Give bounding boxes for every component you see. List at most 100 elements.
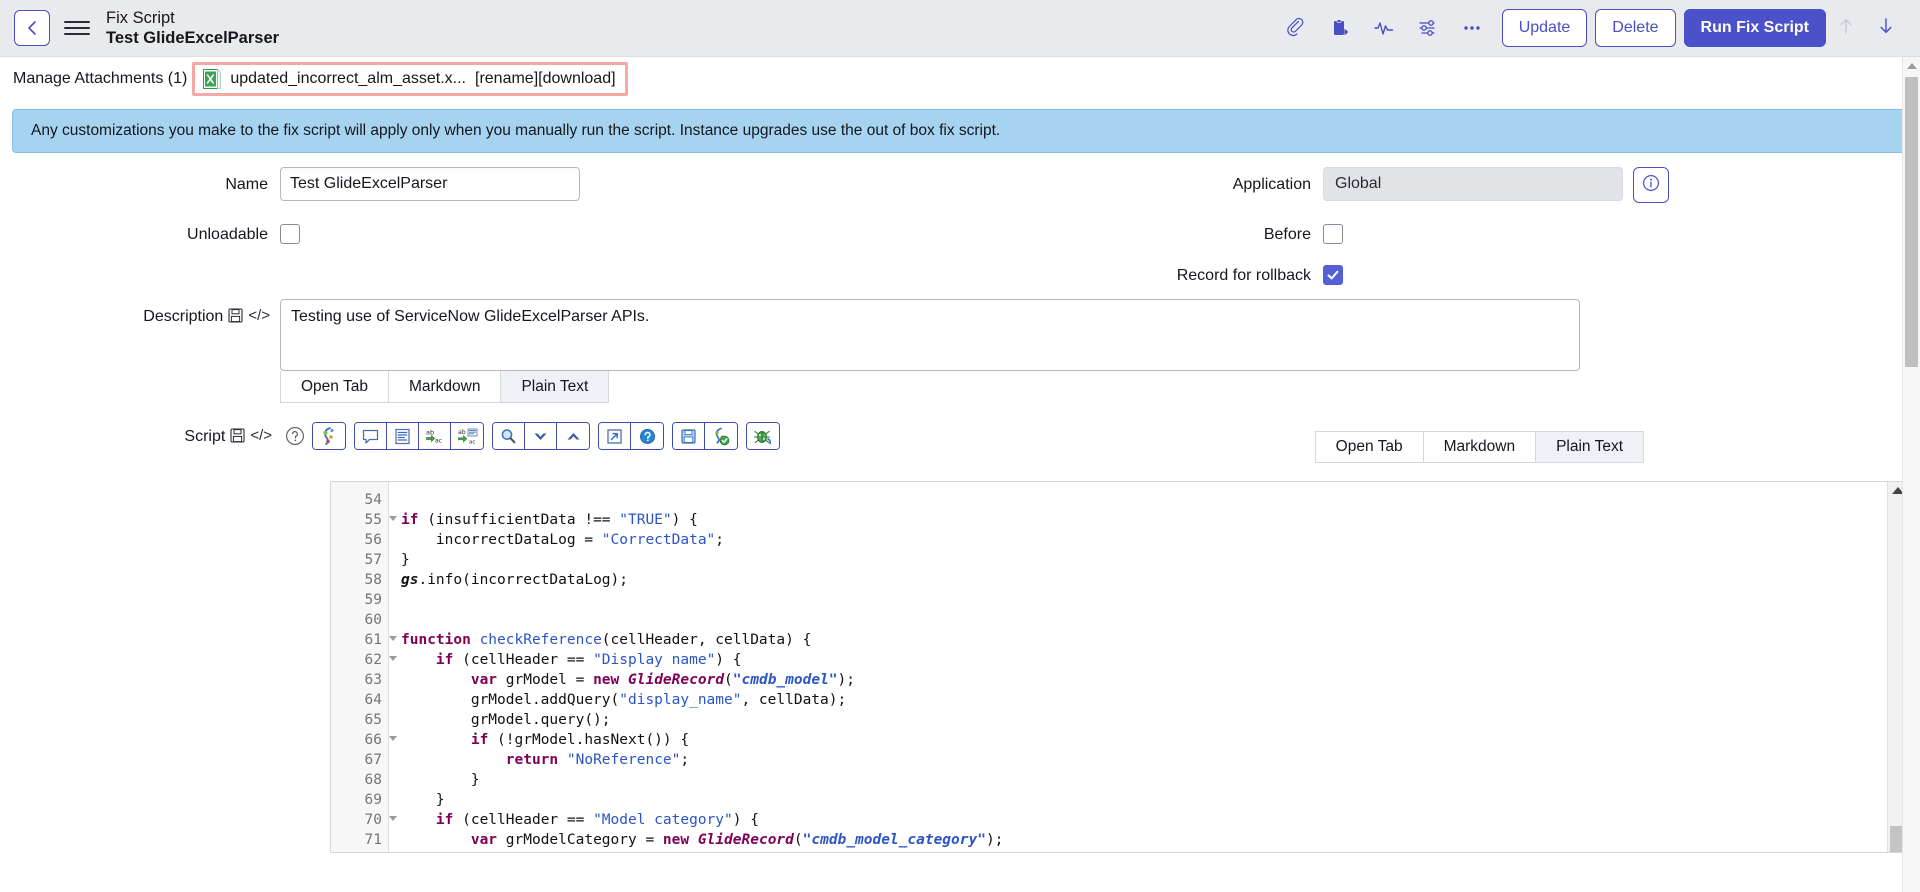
chevron-up-icon[interactable]: [557, 423, 589, 449]
comment-icon[interactable]: [355, 423, 387, 449]
script-code-editor[interactable]: 54 55 56 57 58 59 60 6162 63 64 65 66 67 68 69 70 71 72 i…: [330, 481, 1908, 853]
unloadable-checkbox[interactable]: [280, 224, 300, 244]
script-syntax-editor-icon[interactable]: [313, 423, 345, 449]
replace-all-icon[interactable]: ab ac: [451, 423, 483, 449]
page-title: Fix Script Test GlideExcelParser: [106, 8, 279, 48]
editor-line-number: 71: [364, 832, 382, 848]
editor-code-line: if (cellHeader == "Model category") {: [435, 812, 759, 828]
fix-script-form: Name Application Global Unloadable Befor…: [0, 167, 1920, 463]
scroll-up-arrow-icon[interactable]: [1907, 63, 1917, 69]
name-input[interactable]: [280, 167, 580, 201]
save-floppy-icon[interactable]: [673, 423, 705, 449]
help-blue-icon[interactable]: [631, 423, 663, 449]
page-vertical-scrollbar[interactable]: [1902, 57, 1920, 892]
script-tabstrip-wrap: Open Tab Markdown Plain Text: [1314, 431, 1644, 463]
hamburger-menu-icon[interactable]: [64, 15, 90, 41]
attachment-filename[interactable]: updated_incorrect_alm_asset.x...: [230, 70, 466, 88]
next-record-button[interactable]: [1866, 8, 1906, 48]
delete-button[interactable]: Delete: [1595, 9, 1676, 47]
description-textarea[interactable]: [280, 299, 1580, 371]
application-label: Application: [1232, 176, 1311, 193]
syntax-check-icon[interactable]: [705, 423, 737, 449]
editor-code-line: var grModelCategory = new GlideRecord("c…: [470, 832, 1004, 848]
script-toolbar-group-6: [746, 422, 780, 450]
form-col-unloadable: Unloadable: [12, 217, 960, 244]
previous-record-button[interactable]: [1826, 8, 1866, 48]
run-fix-script-button[interactable]: Run Fix Script: [1683, 9, 1826, 47]
update-button[interactable]: Update: [1501, 9, 1588, 47]
form-row-record-rollback: Record for rollback: [12, 258, 1908, 285]
editor-code-line: [401, 610, 1887, 630]
editor-code-line: if (insufficientData !== "TRUE") {: [401, 512, 698, 528]
script-toolbar-row: Script </> ab ac ab ac Open Tab Markdown…: [12, 419, 1908, 463]
editor-line-number: 69: [364, 792, 382, 808]
info-circle-icon: [1642, 174, 1660, 197]
editor-code-line: gs.info(incorrectDataLog);: [401, 572, 628, 588]
editor-line-number-gutter: 54 55 56 57 58 59 60 6162 63 64 65 66 67 68 69 70 71 72: [331, 482, 397, 852]
before-checkbox[interactable]: [1323, 224, 1343, 244]
editor-code-line: }: [401, 772, 480, 788]
editor-line-number: 58: [364, 572, 382, 588]
header-icon-group: [1274, 8, 1494, 48]
script-tab-markdown[interactable]: Markdown: [1423, 432, 1537, 462]
replace-text-icon[interactable]: ab ac: [419, 423, 451, 449]
open-external-icon[interactable]: [599, 423, 631, 449]
editor-line-number: 56: [364, 532, 382, 548]
help-question-icon[interactable]: [284, 425, 306, 447]
back-button[interactable]: [14, 10, 50, 46]
page-scroll-thumb[interactable]: [1905, 77, 1918, 367]
attachment-item[interactable]: updated_incorrect_alm_asset.x... [rename…: [192, 62, 628, 96]
script-tabstrip: Open Tab Markdown Plain Text: [1314, 431, 1644, 463]
editor-line-number: 62: [331, 650, 397, 670]
form-col-application: Application Global: [960, 167, 1908, 203]
application-info-button[interactable]: [1633, 167, 1669, 203]
save-disk-icon[interactable]: [228, 308, 243, 328]
editor-line-number: 72: [331, 850, 388, 852]
script-tab-open-tab[interactable]: Open Tab: [1315, 432, 1424, 462]
editor-line-number: 65: [364, 712, 382, 728]
code-fold-triangle-icon[interactable]: [389, 816, 397, 821]
editor-code-line: incorrectDataLog = "CorrectData";: [401, 532, 725, 548]
editor-line-number: 60: [364, 612, 382, 628]
code-fold-triangle-icon[interactable]: [389, 636, 397, 641]
editor-code-content[interactable]: if (insufficientData !== "TRUE") { incor…: [389, 482, 1887, 852]
editor-code-line: [401, 590, 1887, 610]
chevron-down-icon[interactable]: [525, 423, 557, 449]
record-for-rollback-checkbox[interactable]: [1323, 265, 1343, 285]
activity-pulse-icon[interactable]: [1362, 8, 1406, 48]
code-fold-triangle-icon[interactable]: [389, 516, 397, 521]
excel-file-icon: [203, 69, 222, 89]
script-toolbar-group-3: [492, 422, 590, 450]
editor-line-number: 68: [364, 772, 382, 788]
personalize-sliders-icon[interactable]: [1406, 8, 1450, 48]
editor-line-number: 70: [331, 810, 397, 830]
code-tag-icon[interactable]: </>: [248, 308, 270, 323]
search-magnifier-icon[interactable]: [493, 423, 525, 449]
description-tab-open-tab[interactable]: Open Tab: [281, 371, 389, 402]
attachment-actions[interactable]: [rename][download]: [475, 70, 616, 88]
code-fold-triangle-icon[interactable]: [389, 736, 397, 741]
svg-text:ac: ac: [469, 439, 475, 445]
clipboard-export-icon[interactable]: [1318, 8, 1362, 48]
description-tab-markdown[interactable]: Markdown: [388, 371, 502, 402]
more-options-icon[interactable]: [1450, 8, 1494, 48]
form-col-before: Before: [960, 217, 1908, 244]
save-disk-icon[interactable]: [230, 428, 245, 448]
form-col-name: Name: [12, 167, 960, 201]
script-toolbar-group-4: [598, 422, 664, 450]
editor-code-line: [401, 490, 1887, 510]
attachment-icon[interactable]: [1274, 8, 1318, 48]
form-row-unloadable-before: Unloadable Before: [12, 217, 1908, 244]
format-code-icon[interactable]: [387, 423, 419, 449]
code-tag-icon[interactable]: </>: [250, 428, 272, 443]
code-fold-triangle-icon[interactable]: [389, 656, 397, 661]
editor-code-line: function checkReference(cellHeader, cell…: [401, 632, 812, 648]
description-tab-plain-text[interactable]: Plain Text: [501, 371, 609, 402]
editor-line-number: 61: [331, 630, 397, 650]
debug-bug-icon[interactable]: [747, 423, 779, 449]
record-name-label: Test GlideExcelParser: [106, 29, 280, 47]
script-tab-plain-text[interactable]: Plain Text: [1536, 432, 1643, 462]
form-col-record-rollback: Record for rollback: [960, 258, 1908, 285]
editor-code-line: }: [401, 552, 410, 568]
manage-attachments-link[interactable]: Manage Attachments (1): [13, 70, 187, 88]
